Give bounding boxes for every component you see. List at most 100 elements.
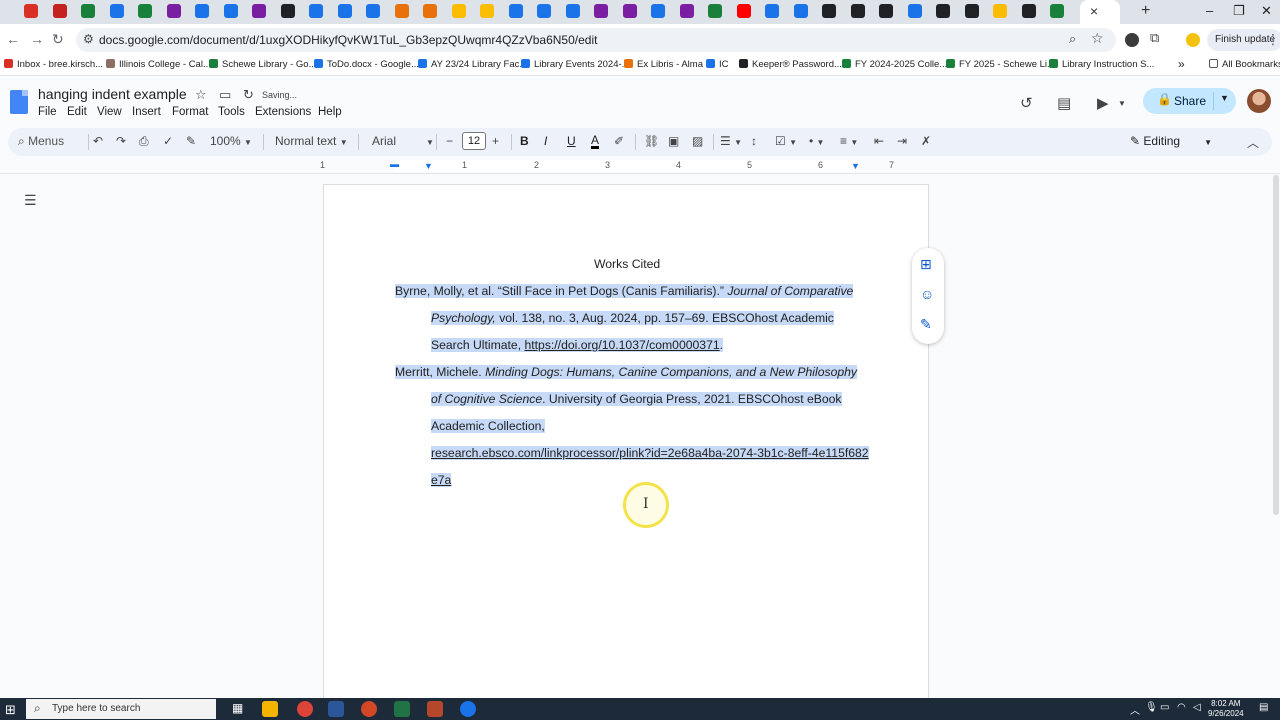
redo-icon[interactable]: ↷ [116, 134, 126, 148]
text-color-icon[interactable]: A [591, 134, 600, 149]
browser-tab-favicon[interactable] [936, 4, 950, 18]
browser-tab-favicon[interactable] [594, 4, 608, 18]
font-size-input[interactable]: 12 [462, 132, 486, 150]
browser-tab-favicon[interactable] [81, 4, 95, 18]
word-icon[interactable] [328, 701, 344, 717]
scrollbar[interactable] [1273, 175, 1279, 515]
spellcheck-icon[interactable]: ✓ [163, 134, 173, 148]
forward-icon[interactable]: → [30, 31, 44, 47]
minimize-icon[interactable]: – [1206, 3, 1213, 18]
network-icon[interactable]: ▭ [1160, 702, 1169, 713]
omnibox[interactable]: ⚙ docs.google.com/document/d/1uxgXODHiky… [76, 28, 1116, 52]
menu-format[interactable]: Format [172, 106, 208, 118]
microphone-icon[interactable]: 🎙 [1145, 702, 1158, 713]
avatar[interactable] [1247, 89, 1271, 113]
browser-tab-favicon[interactable] [537, 4, 551, 18]
browser-tab-favicon[interactable] [1050, 4, 1064, 18]
editing-mode-select[interactable]: ✎ Editing ▼ [1130, 134, 1212, 148]
browser-tab-favicon[interactable] [565, 4, 580, 18]
browser-tab-favicon[interactable] [24, 4, 38, 18]
version-history-icon[interactable]: ↺ [1020, 94, 1033, 112]
browser-tab-favicon[interactable] [280, 4, 295, 18]
bookmark-item[interactable]: Ex Libris - Alma [624, 59, 703, 70]
browser-tab-favicon[interactable] [451, 4, 466, 18]
active-tab[interactable] [1080, 0, 1120, 24]
browser-tab-favicon[interactable] [651, 4, 665, 18]
citation-line[interactable]: Byrne, Molly, et al. “Still Face in Pet … [395, 284, 854, 298]
bookmark-item[interactable]: Illinois College - Cal... [106, 59, 211, 70]
move-folder-icon[interactable]: ▭ [219, 87, 231, 103]
add-comment-icon[interactable]: ▣ [668, 134, 679, 148]
browser-menu-icon[interactable]: ⋮ [1266, 31, 1280, 48]
extension-icon[interactable] [1125, 33, 1139, 47]
sync-status-icon[interactable]: ↻ [243, 87, 254, 103]
bookmark-item[interactable]: Inbox - bree.kirsch... [4, 59, 103, 70]
bookmark-item[interactable]: Keeper® Password... [739, 59, 842, 70]
italic-icon[interactable]: I [544, 134, 547, 148]
browser-tab-favicon[interactable] [793, 4, 808, 18]
browser-tab-favicon[interactable] [1021, 4, 1036, 18]
acrobat-icon[interactable] [427, 701, 443, 717]
browser-tab-favicon[interactable] [993, 4, 1007, 18]
bookmark-item[interactable]: Library Events 2024-... [521, 59, 630, 70]
browser-tab-favicon[interactable] [394, 4, 409, 18]
increase-font-size-icon[interactable]: + [492, 134, 499, 148]
new-tab-icon[interactable]: + [1141, 2, 1150, 20]
bookmark-item[interactable]: Library Instruction S... [1049, 59, 1154, 70]
browser-tab-favicon[interactable] [822, 4, 836, 18]
url-text[interactable]: docs.google.com/document/d/1uxgXODHikyfQ… [99, 33, 597, 47]
browser-tab-favicon[interactable] [879, 4, 893, 18]
undo-icon[interactable]: ↶ [93, 134, 103, 148]
citation-line[interactable]: Merritt, Michele. Minding Dogs: Humans, … [395, 365, 857, 379]
bookmark-item[interactable]: ToDo.docx - Google... [314, 59, 419, 70]
windows-start-icon[interactable]: ⊞ [5, 702, 16, 718]
menu-view[interactable]: View [97, 106, 122, 118]
emoji-reaction-icon[interactable]: ☺ [920, 286, 934, 302]
citation-line[interactable]: Academic Collection, [431, 419, 545, 433]
share-dropdown-icon[interactable]: ▼ [1220, 93, 1229, 103]
browser-tab-favicon[interactable] [366, 4, 380, 18]
left-indent-marker[interactable]: ▼ [424, 161, 433, 171]
extensions-puzzle-icon[interactable]: ⧉ [1150, 30, 1164, 45]
browser-tab-favicon[interactable] [166, 4, 181, 18]
meet-icon[interactable]: ▶ [1097, 94, 1109, 112]
docs-logo-icon[interactable] [10, 90, 28, 114]
citation-line[interactable]: Search Ultimate, https://doi.org/10.1037… [431, 338, 724, 352]
search-menus-button[interactable]: ⌕ Menus [18, 134, 64, 149]
underline-icon[interactable]: U [567, 134, 576, 148]
menu-file[interactable]: File [38, 106, 57, 118]
all-bookmarks-button[interactable]: All Bookmarks [1209, 59, 1280, 70]
document-page[interactable]: Works Cited Byrne, Molly, et al. “Still … [323, 184, 929, 704]
line-spacing-icon[interactable]: ↕ [751, 134, 757, 148]
font-select[interactable]: Arial ▼ [372, 134, 434, 148]
browser-tab-favicon[interactable] [195, 4, 209, 18]
bookmark-star-icon[interactable]: ☆ [1091, 30, 1104, 47]
insert-image-icon[interactable]: ▨ [692, 134, 703, 148]
browser-tab-favicon[interactable] [765, 4, 779, 18]
first-line-indent-marker[interactable]: ▬ [390, 159, 399, 169]
browser-tab-favicon[interactable] [907, 4, 922, 18]
browser-tab-favicon[interactable] [708, 4, 722, 18]
checklist-icon[interactable]: ☑ ▼ [775, 134, 797, 148]
more-bookmarks-icon[interactable]: » [1178, 57, 1185, 71]
browser-tab-favicon[interactable] [508, 4, 523, 18]
reload-icon[interactable]: ↻ [52, 31, 64, 48]
works-cited-heading[interactable]: Works Cited [594, 257, 660, 271]
browser-tab-favicon[interactable] [622, 4, 637, 18]
browser-tab-favicon[interactable] [480, 4, 494, 18]
menu-extensions[interactable]: Extensions [255, 106, 311, 118]
citation-url-link[interactable]: e7a [431, 473, 452, 487]
system-clock[interactable]: 8:02 AM 9/26/2024 [1208, 699, 1244, 719]
browser-tab-favicon[interactable] [423, 4, 437, 18]
suggest-edits-icon[interactable]: ✎ [920, 316, 932, 333]
zoom-icon[interactable]: ⌕ [1069, 31, 1076, 47]
citation-line[interactable]: of Cognitive Science. University of Geor… [431, 392, 842, 406]
file-explorer-icon[interactable] [262, 701, 278, 717]
highlight-color-icon[interactable]: ✐ [614, 134, 624, 148]
bookmark-item[interactable]: Schewe Library - Go... [209, 59, 317, 70]
align-icon[interactable]: ☰ ▼ [720, 134, 742, 148]
back-icon[interactable]: ← [6, 31, 20, 47]
star-icon[interactable]: ☆ [195, 87, 207, 103]
meet-dropdown-icon[interactable]: ▼ [1118, 99, 1126, 108]
profile-extension-icon[interactable] [1186, 33, 1200, 47]
